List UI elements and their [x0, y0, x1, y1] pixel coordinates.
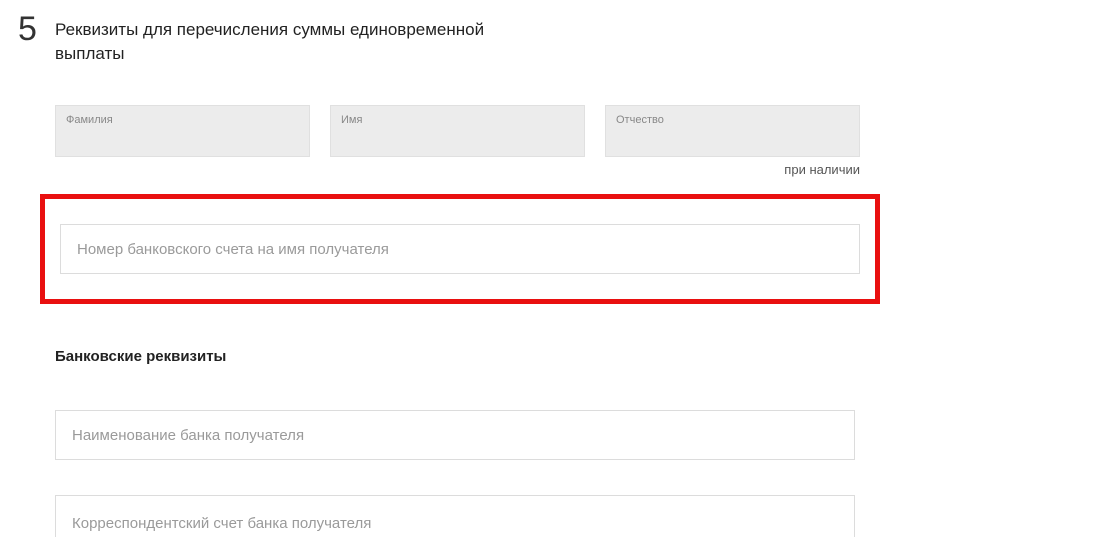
account-number-highlight: [40, 194, 880, 304]
surname-field-wrap: Фамилия: [55, 105, 310, 157]
bank-details-heading: Банковские реквизиты: [55, 348, 226, 365]
patronymic-hint: при наличии: [605, 162, 860, 177]
patronymic-input[interactable]: [616, 130, 849, 146]
step-number: 5: [18, 12, 37, 46]
firstname-label: Имя: [341, 114, 362, 126]
bank-name-input[interactable]: [55, 410, 855, 460]
name-fields-row: Фамилия Имя Отчество: [55, 105, 860, 157]
firstname-input[interactable]: [341, 130, 574, 146]
surname-label: Фамилия: [66, 114, 113, 126]
patronymic-label: Отчество: [616, 114, 664, 126]
step-title: Реквизиты для перечисления суммы единовр…: [55, 18, 515, 66]
firstname-field-wrap: Имя: [330, 105, 585, 157]
corr-account-input[interactable]: [55, 495, 855, 537]
patronymic-field-wrap: Отчество: [605, 105, 860, 157]
surname-input[interactable]: [66, 130, 299, 146]
account-number-input[interactable]: [60, 224, 860, 274]
